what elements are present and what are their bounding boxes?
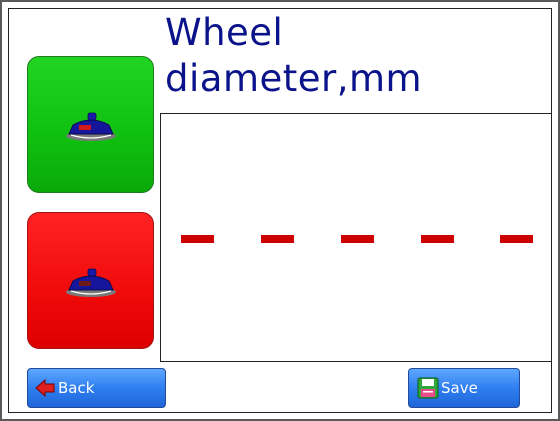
title-line-2: diameter,mm	[165, 57, 423, 100]
wheel-gauge-icon	[66, 112, 116, 141]
back-button[interactable]: Back	[27, 368, 166, 408]
arrow-left-icon	[35, 378, 55, 398]
measure-upper-button[interactable]	[27, 56, 154, 193]
value-display	[160, 113, 552, 362]
save-button-label: Save	[441, 379, 478, 397]
value-placeholder-dashes	[181, 235, 533, 243]
floppy-disk-icon	[417, 377, 439, 399]
wheel-gauge-icon	[66, 268, 116, 297]
measure-lower-button[interactable]	[27, 212, 154, 349]
title-line-1: Wheel	[165, 11, 284, 54]
back-button-label: Back	[58, 379, 95, 397]
save-button[interactable]: Save	[408, 368, 520, 408]
page-title: Wheel diameter,mm	[165, 10, 545, 102]
